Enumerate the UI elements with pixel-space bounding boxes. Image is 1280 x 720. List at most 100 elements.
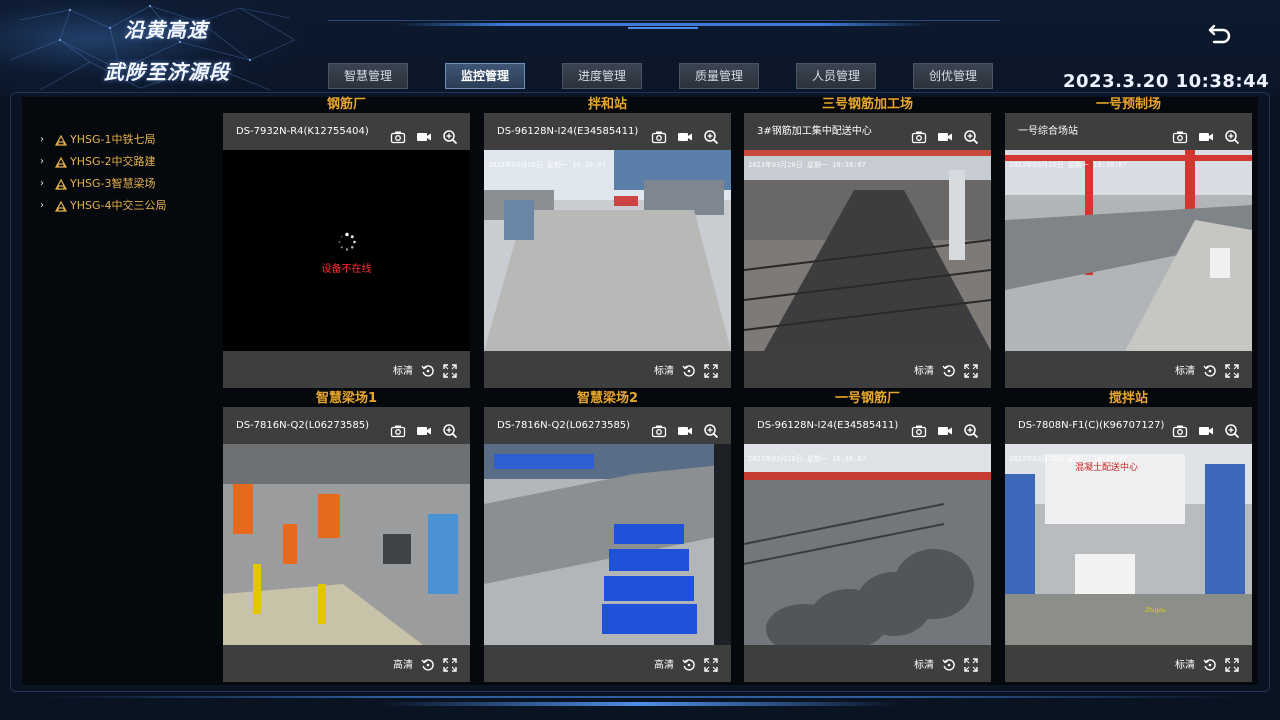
tab-smart-management[interactable]: 智慧管理 <box>328 63 408 89</box>
record-icon[interactable] <box>1198 418 1214 435</box>
tab-monitoring[interactable]: 监控管理 <box>445 63 525 89</box>
main-nav: 智慧管理 监控管理 进度管理 质量管理 人员管理 创优管理 <box>328 63 1008 89</box>
record-icon[interactable] <box>416 124 432 141</box>
snapshot-icon[interactable] <box>651 124 667 143</box>
record-icon[interactable] <box>416 418 432 435</box>
osd-timestamp: 2023年03月20日 星期一 10:38:07 <box>1009 455 1127 463</box>
video-frame-image <box>484 150 731 351</box>
snapshot-icon[interactable] <box>651 418 667 437</box>
fullscreen-icon[interactable] <box>1225 363 1239 378</box>
camera-panel: DS-7816N-Q2(L06273585) 高清 <box>484 407 731 682</box>
tree-item-yhsg-4[interactable]: › YHSG-4中交三公局 <box>40 195 220 217</box>
tab-progress[interactable]: 进度管理 <box>562 63 642 89</box>
fullscreen-icon[interactable] <box>964 657 978 672</box>
video-feed[interactable]: 2023年03月20日 星期一 10:38:07 <box>744 444 991 645</box>
zoom-in-icon[interactable] <box>703 124 719 144</box>
quality-toggle[interactable]: 标清 <box>654 362 674 377</box>
replay-icon[interactable] <box>1203 657 1217 671</box>
camera-panel: DS-7808N-F1(C)(K96707127) 混凝土配送中心 Zhigou 2… <box>1005 407 1252 682</box>
record-icon[interactable] <box>677 124 693 141</box>
camera-header: 3#钢筋加工集中配送中心 <box>744 113 991 150</box>
quality-toggle[interactable]: 标清 <box>1175 656 1195 671</box>
quality-toggle[interactable]: 高清 <box>393 656 413 671</box>
replay-icon[interactable] <box>682 657 696 671</box>
zoom-in-icon[interactable] <box>442 124 458 144</box>
replay-icon[interactable] <box>942 657 956 671</box>
camera-header: DS-7816N-Q2(L06273585) <box>223 407 470 444</box>
zoom-in-icon[interactable] <box>1224 418 1240 438</box>
header-decoration <box>328 20 1000 32</box>
zoom-in-icon[interactable] <box>1224 124 1240 144</box>
video-feed[interactable]: 2023年03月20日 星期一 10:38:07 <box>1005 150 1252 351</box>
quality-toggle[interactable]: 标清 <box>914 656 934 671</box>
zoom-in-icon[interactable] <box>442 418 458 438</box>
tab-excellence[interactable]: 创优管理 <box>913 63 993 89</box>
back-icon[interactable] <box>1205 17 1235 47</box>
snapshot-icon[interactable] <box>1172 124 1188 143</box>
zoom-in-icon[interactable] <box>963 418 979 438</box>
zoom-in-icon[interactable] <box>703 418 719 438</box>
camera-header: DS-96128N-I24(E34585411) <box>744 407 991 444</box>
chevron-right-icon[interactable]: › <box>40 195 54 217</box>
record-icon[interactable] <box>937 418 953 435</box>
camera-title: 搅拌站 <box>1108 391 1148 406</box>
camera-footer: 标清 <box>1005 351 1252 388</box>
fullscreen-icon[interactable] <box>1225 657 1239 672</box>
tree-item-yhsg-2[interactable]: › YHSG-2中交路建 <box>40 151 220 173</box>
video-feed[interactable]: 混凝土配送中心 Zhigou 2023年03月20日 星期一 10:38:07 <box>1005 444 1252 645</box>
fullscreen-icon[interactable] <box>443 363 457 378</box>
video-feed[interactable]: 2023年03月20日 星期一 10:38:07 <box>484 150 731 351</box>
offline-status: 设备不在线 <box>321 264 372 275</box>
device-name: DS-7816N-Q2(L06273585) <box>497 420 631 431</box>
camera-footer: 高清 <box>484 645 731 682</box>
fullscreen-icon[interactable] <box>443 657 457 672</box>
camera-cell-8: 搅拌站 DS-7808N-F1(C)(K96707127) 混凝土配送中心 Zhi… <box>1005 391 1252 682</box>
fullscreen-icon[interactable] <box>964 363 978 378</box>
chevron-right-icon[interactable]: › <box>40 151 54 173</box>
video-feed[interactable] <box>223 444 470 645</box>
quality-toggle[interactable]: 高清 <box>654 656 674 671</box>
record-icon[interactable] <box>1198 124 1214 141</box>
record-icon[interactable] <box>677 418 693 435</box>
chevron-right-icon[interactable]: › <box>40 173 54 195</box>
camera-footer: 高清 <box>223 645 470 682</box>
device-name: 3#钢筋加工集中配送中心 <box>757 126 872 137</box>
footer-decoration <box>0 690 1280 720</box>
video-frame-image <box>744 444 991 645</box>
camera-title: 钢筋厂 <box>326 97 366 112</box>
snapshot-icon[interactable] <box>390 418 406 437</box>
snapshot-icon[interactable] <box>911 124 927 143</box>
video-feed[interactable] <box>484 444 731 645</box>
fullscreen-icon[interactable] <box>704 657 718 672</box>
camera-cell-5: 智慧梁场1 DS-7816N-Q2(L06273585) 高清 <box>223 391 470 682</box>
video-frame-image <box>1005 150 1252 351</box>
brand-title: 沿黄高速 <box>124 18 208 42</box>
osd-timestamp: 2023年03月20日 星期一 10:38:07 <box>488 161 606 169</box>
snapshot-icon[interactable] <box>390 124 406 143</box>
chevron-right-icon[interactable]: › <box>40 129 54 151</box>
replay-icon[interactable] <box>421 657 435 671</box>
tree-item-label: YHSG-2中交路建 <box>70 155 156 168</box>
record-icon[interactable] <box>937 124 953 141</box>
snapshot-icon[interactable] <box>911 418 927 437</box>
tree-item-yhsg-1[interactable]: › YHSG-1中铁七局 <box>40 129 220 151</box>
video-feed[interactable]: 2023年03月20日 星期一 10:38:07 <box>744 150 991 351</box>
snapshot-icon[interactable] <box>1172 418 1188 437</box>
tab-quality[interactable]: 质量管理 <box>679 63 759 89</box>
quality-toggle[interactable]: 标清 <box>393 362 413 377</box>
replay-icon[interactable] <box>1203 363 1217 377</box>
fullscreen-icon[interactable] <box>704 363 718 378</box>
replay-icon[interactable] <box>942 363 956 377</box>
quality-toggle[interactable]: 标清 <box>914 362 934 377</box>
osd-timestamp: 2023年03月20日 星期一 10:38:07 <box>1009 161 1127 169</box>
zoom-in-icon[interactable] <box>963 124 979 144</box>
tab-personnel[interactable]: 人员管理 <box>796 63 876 89</box>
camera-cell-7: 一号钢筋厂 DS-96128N-I24(E34585411) 2023年03月2… <box>744 391 991 682</box>
camera-panel: DS-96128N-I24(E34585411) 2023年03月20日 星期一… <box>484 113 731 388</box>
loading-spinner-icon <box>338 232 356 251</box>
quality-toggle[interactable]: 标清 <box>1175 362 1195 377</box>
video-feed[interactable]: 设备不在线 <box>223 150 470 351</box>
replay-icon[interactable] <box>682 363 696 377</box>
replay-icon[interactable] <box>421 363 435 377</box>
tree-item-yhsg-3[interactable]: › YHSG-3智慧梁场 <box>40 173 220 195</box>
